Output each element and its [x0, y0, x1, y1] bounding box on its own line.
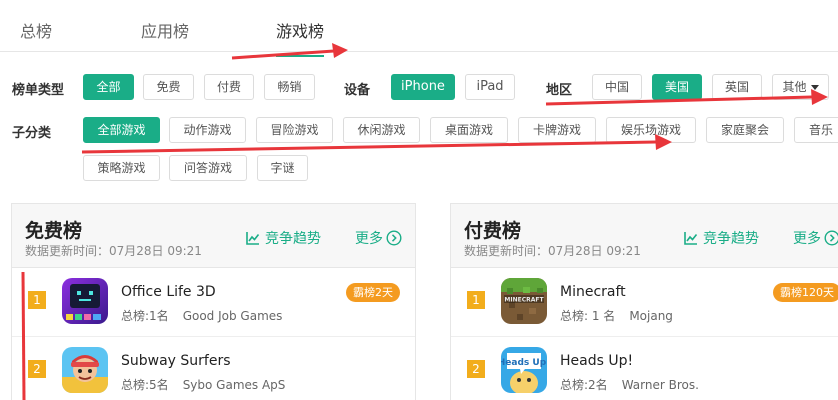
top-streak-badge: 霸榜2天 [346, 283, 400, 302]
subcat-casino[interactable]: 娱乐场游戏 [606, 117, 696, 143]
free-chart-header: 免费榜 数据更新时间：07月28日 09:21 竞争趋势 更多 [12, 204, 415, 268]
paid-more-label: 更多 [793, 231, 821, 247]
svg-text:Heads Up!: Heads Up! [501, 358, 547, 368]
list-type-grossing[interactable]: 畅销 [264, 74, 315, 100]
app-name[interactable]: Heads Up! [560, 353, 633, 369]
subcat-family[interactable]: 家庭聚会 [706, 117, 784, 143]
free-chart-updated: 数据更新时间：07月28日 09:21 [25, 244, 202, 258]
overall-rank: 总榜:5名 [121, 378, 169, 392]
trend-chart-icon [684, 232, 698, 245]
list-type-label: 榜单类型 [12, 83, 65, 98]
region-usa[interactable]: 美国 [652, 74, 702, 100]
subcat-all-games[interactable]: 全部游戏 [83, 117, 160, 143]
paid-more-link[interactable]: 更多 [793, 228, 838, 248]
top-streak-badge: 霸榜120天 [773, 283, 838, 302]
subcat-strategy[interactable]: 策略游戏 [83, 155, 160, 181]
app-meta: 总榜: 1 名 Mojang [560, 307, 673, 324]
paid-chart-panel: 付费榜 数据更新时间：07月28日 09:21 竞争趋势 更多 1 MINECR… [450, 203, 838, 400]
app-meta: 总榜:1名 Good Job Games [121, 307, 282, 324]
subcat-action[interactable]: 动作游戏 [169, 117, 246, 143]
app-name[interactable]: Subway Surfers [121, 353, 231, 369]
list-type-free[interactable]: 免费 [143, 74, 194, 100]
list-type-paid[interactable]: 付费 [204, 74, 254, 100]
region-label: 地区 [546, 83, 573, 98]
rank-badge: 2 [467, 360, 485, 378]
free-chart-title: 免费榜 [25, 220, 83, 242]
free-more-label: 更多 [355, 231, 383, 247]
tab-apps[interactable]: 应用榜 [141, 18, 189, 42]
region-more-label: 其他 [782, 80, 807, 94]
free-chart-panel: 免费榜 数据更新时间：07月28日 09:21 竞争趋势 更多 1 Office… [11, 203, 416, 400]
device-iphone[interactable]: iPhone [391, 74, 455, 100]
subcategory-label: 子分类 [12, 126, 52, 141]
free-trend-link[interactable]: 竞争趋势 [246, 228, 321, 248]
overall-rank: 总榜:2名 [560, 378, 608, 392]
subcat-word[interactable]: 字谜 [257, 155, 308, 181]
overall-rank: 总榜: 1 名 [560, 309, 616, 323]
paid-trend-link[interactable]: 竞争趋势 [684, 228, 759, 248]
arrow-right-circle-icon [824, 230, 838, 246]
subcat-casual[interactable]: 休闲游戏 [343, 117, 420, 143]
office-life-3d-icon [62, 278, 108, 324]
minecraft-icon: MINECRAFT [501, 278, 547, 324]
developer-name: Good Job Games [182, 309, 283, 323]
tab-games[interactable]: 游戏榜 [276, 18, 325, 57]
paid-app-row[interactable]: 1 MINECRAFT Minecraft 总榜: 1 名 Mojang 霸榜12… [451, 268, 838, 337]
paid-chart-title: 付费榜 [464, 220, 522, 242]
trend-chart-icon [246, 232, 260, 245]
region-more-dropdown[interactable]: 其他 [772, 74, 829, 100]
developer-name: Mojang [629, 309, 673, 323]
developer-name: Sybo Games ApS [182, 378, 286, 392]
subway-surfers-icon [62, 347, 108, 393]
subcat-board[interactable]: 桌面游戏 [430, 117, 508, 143]
free-app-row[interactable]: 2 Subway Surfers 总榜:5名 Sybo Games ApS [12, 337, 415, 400]
subcat-trivia[interactable]: 问答游戏 [169, 155, 247, 181]
device-ipad[interactable]: iPad [465, 74, 515, 100]
tab-overall[interactable]: 总榜 [20, 18, 52, 42]
rank-badge: 1 [28, 291, 46, 309]
developer-name: Warner Bros. [621, 378, 699, 392]
free-app-row[interactable]: 1 Office Life 3D 总榜:1名 Good Job Games 霸榜2… [12, 268, 415, 337]
overall-rank: 总榜:1名 [121, 309, 169, 323]
svg-text:MINECRAFT: MINECRAFT [504, 297, 544, 304]
arrow-right-circle-icon [386, 230, 402, 246]
paid-chart-updated: 数据更新时间：07月28日 09:21 [464, 244, 641, 258]
rank-badge: 2 [28, 360, 46, 378]
app-meta: 总榜:5名 Sybo Games ApS [121, 376, 285, 393]
free-more-link[interactable]: 更多 [355, 228, 402, 248]
free-trend-label: 竞争趋势 [265, 231, 321, 247]
subcat-music[interactable]: 音乐 [794, 117, 838, 143]
region-uk[interactable]: 英国 [712, 74, 762, 100]
subcat-card[interactable]: 卡牌游戏 [518, 117, 596, 143]
app-meta: 总榜:2名 Warner Bros. [560, 376, 699, 393]
top-tabs: 总榜 应用榜 游戏榜 [0, 0, 838, 57]
caret-down-icon [810, 85, 819, 90]
paid-trend-label: 竞争趋势 [703, 231, 759, 247]
app-name[interactable]: Minecraft [560, 284, 626, 300]
region-china[interactable]: 中国 [592, 74, 642, 100]
subcat-adventure[interactable]: 冒险游戏 [256, 117, 333, 143]
app-name[interactable]: Office Life 3D [121, 284, 216, 300]
device-label: 设备 [344, 83, 371, 98]
rank-badge: 1 [467, 291, 485, 309]
paid-app-row[interactable]: 2 Heads Up! Heads Up! 总榜:2名 Warner Bros. [451, 337, 838, 400]
paid-chart-header: 付费榜 数据更新时间：07月28日 09:21 竞争趋势 更多 [451, 204, 838, 268]
list-type-all[interactable]: 全部 [83, 74, 134, 100]
heads-up-icon: Heads Up! [501, 347, 547, 393]
